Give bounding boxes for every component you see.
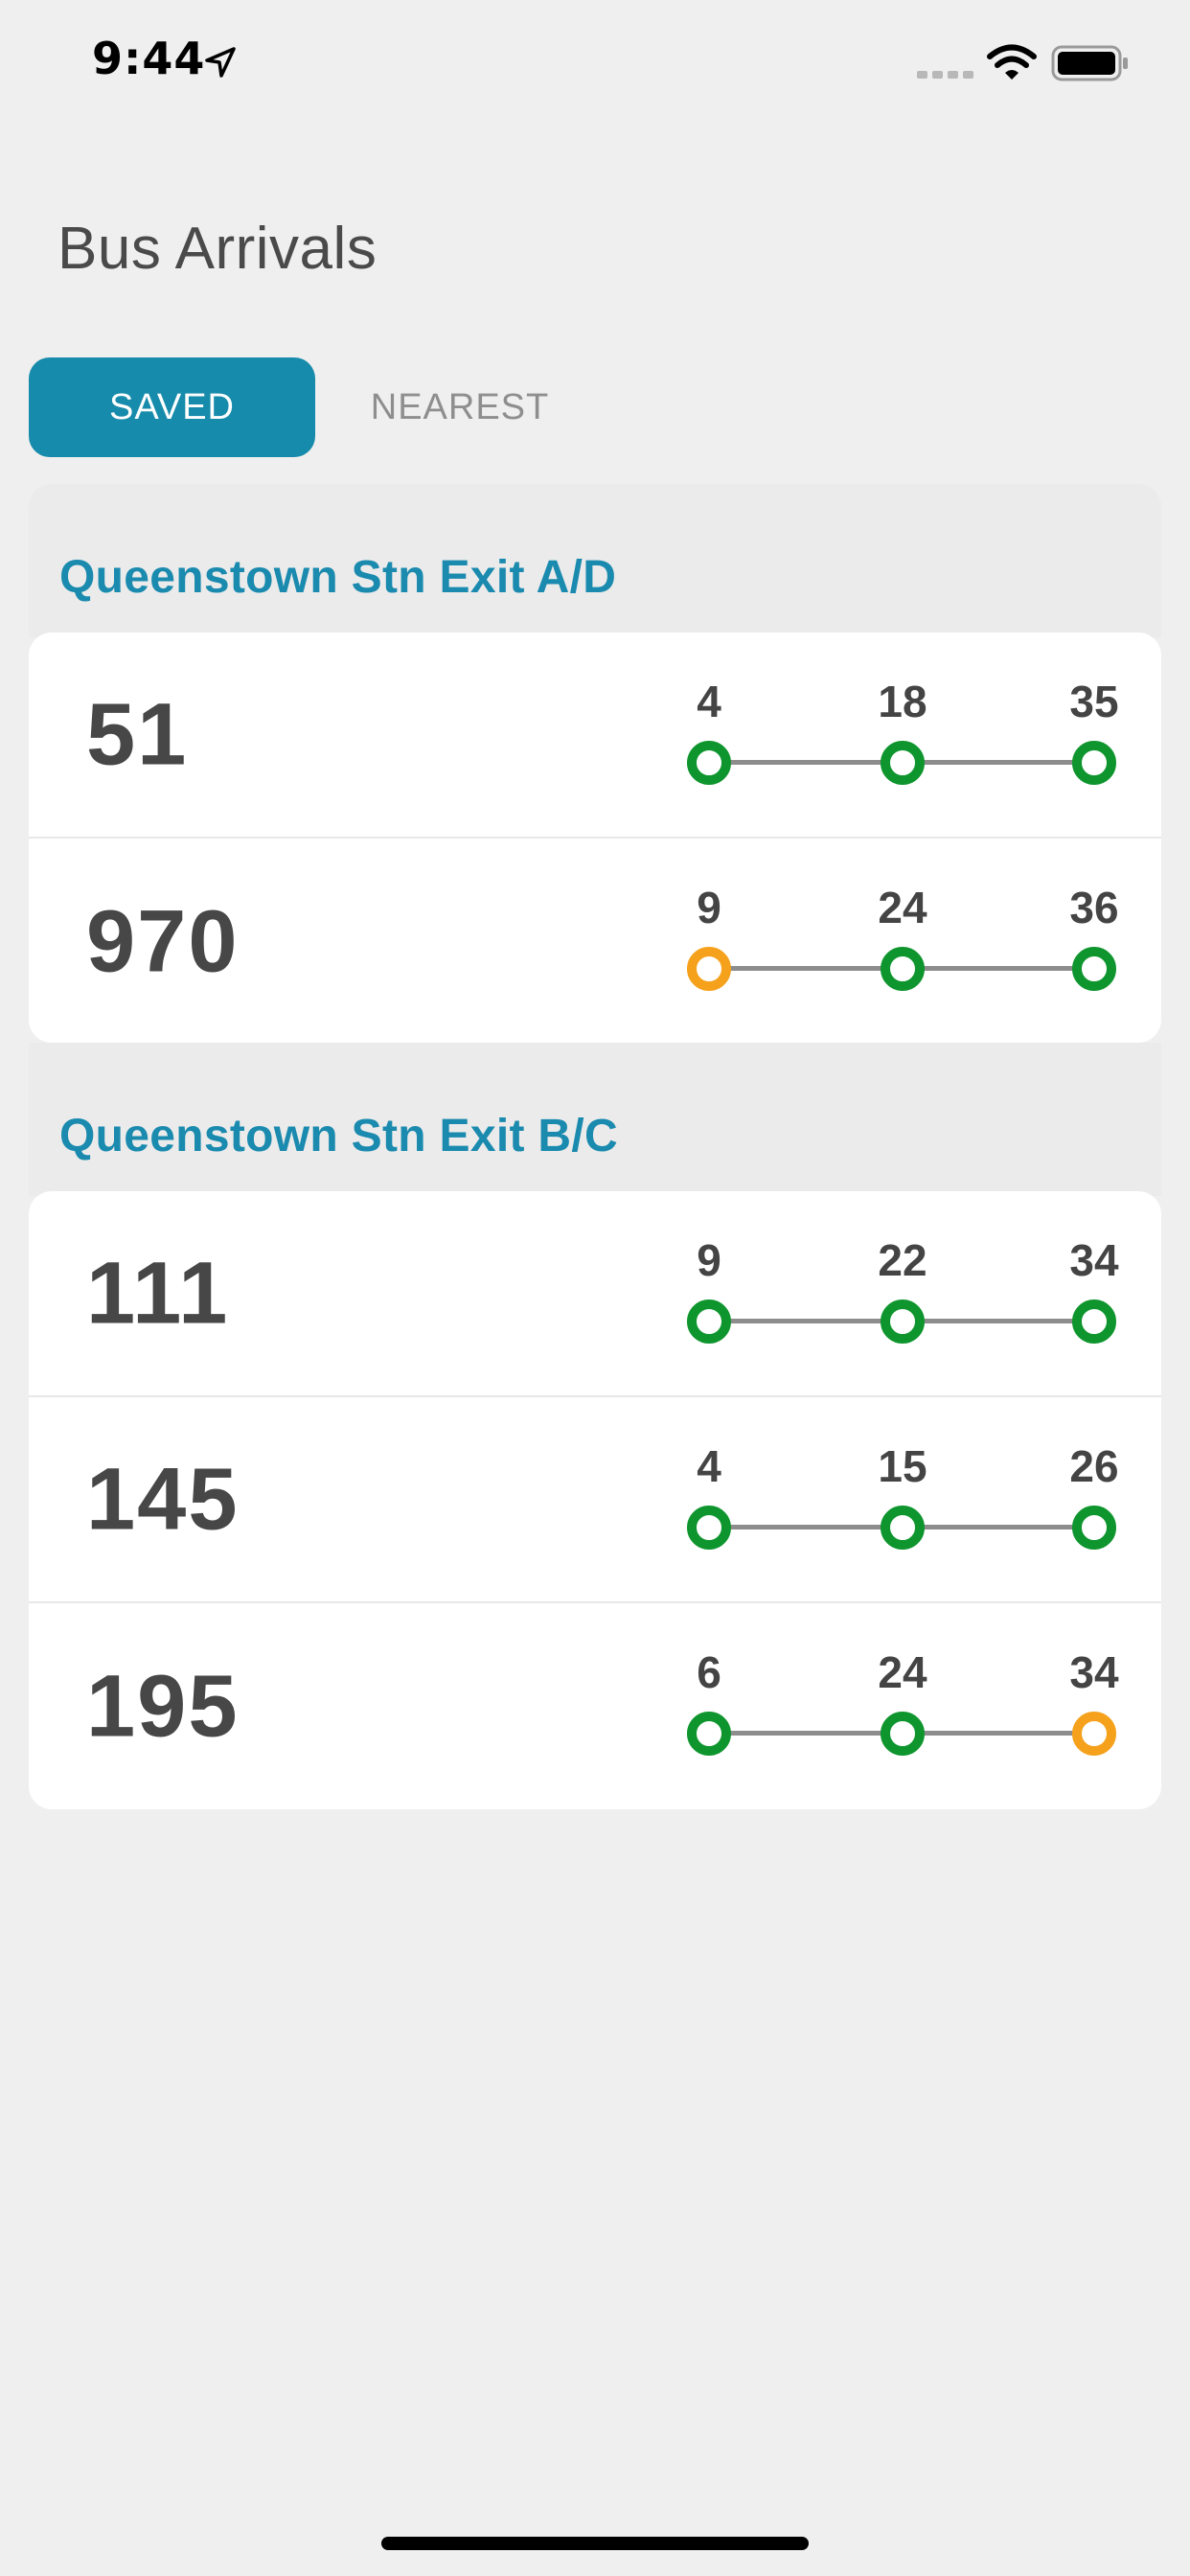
bus-service-row[interactable]: 970 9 24 36 bbox=[29, 839, 1161, 1043]
arrival-status-dot bbox=[1072, 1506, 1116, 1550]
arrival-eta: 24 bbox=[878, 883, 927, 932]
arrival-status-dot bbox=[687, 1300, 731, 1344]
bus-number: 970 bbox=[86, 892, 240, 990]
cellular-signal-icon bbox=[917, 71, 973, 79]
home-indicator[interactable] bbox=[381, 2537, 809, 2550]
arrival-eta: 24 bbox=[878, 1647, 927, 1697]
tab-nearest[interactable]: NEAREST bbox=[345, 357, 575, 457]
arrival-eta: 36 bbox=[1069, 883, 1119, 932]
arrival-status-dot bbox=[881, 1300, 925, 1344]
arrival-eta: 18 bbox=[878, 677, 927, 726]
arrival-eta: 22 bbox=[878, 1235, 927, 1285]
bus-service-row[interactable]: 145 4 15 26 bbox=[29, 1397, 1161, 1603]
arrival-status-dot bbox=[687, 1712, 731, 1756]
arrival-status-dot bbox=[687, 1506, 731, 1550]
arrival-status-dot bbox=[1072, 1300, 1116, 1344]
bus-number: 195 bbox=[86, 1657, 240, 1755]
arrival-status-dot bbox=[1072, 741, 1116, 785]
bus-number: 51 bbox=[86, 685, 189, 783]
arrival-eta: 6 bbox=[697, 1647, 721, 1697]
arrival-status-dot bbox=[881, 1712, 925, 1756]
bus-service-row[interactable]: 51 4 18 35 bbox=[29, 632, 1161, 839]
arrival-timeline: 9 22 34 bbox=[652, 1191, 1150, 1397]
stop-group-header[interactable]: Queenstown Stn Exit A/D bbox=[59, 551, 616, 604]
location-arrow-icon bbox=[205, 47, 236, 78]
arrival-eta: 4 bbox=[697, 677, 721, 726]
arrival-status-dot bbox=[881, 1506, 925, 1550]
wifi-icon bbox=[987, 44, 1037, 80]
arrival-timeline: 4 18 35 bbox=[652, 632, 1150, 839]
stop-card: 111 9 22 34 145 4 15 26 195 6 24 34 bbox=[29, 1191, 1161, 1809]
bus-service-row[interactable]: 195 6 24 34 bbox=[29, 1603, 1161, 1809]
arrival-eta: 35 bbox=[1069, 677, 1119, 726]
bus-number: 145 bbox=[86, 1450, 240, 1548]
arrival-status-dot bbox=[687, 741, 731, 785]
arrival-eta: 4 bbox=[697, 1441, 721, 1491]
arrival-eta: 26 bbox=[1069, 1441, 1119, 1491]
arrival-status-dot bbox=[1072, 1712, 1116, 1756]
arrival-eta: 34 bbox=[1069, 1647, 1119, 1697]
arrival-status-dot bbox=[881, 741, 925, 785]
arrival-eta: 15 bbox=[878, 1441, 927, 1491]
app-screen: 9:44 Bus Arrivals SAVED NEAREST Queensto… bbox=[0, 0, 1190, 2576]
tab-saved[interactable]: SAVED bbox=[29, 357, 315, 457]
stop-card: 51 4 18 35 970 9 24 36 bbox=[29, 632, 1161, 1043]
status-bar: 9:44 bbox=[0, 0, 1190, 126]
arrival-eta: 9 bbox=[697, 883, 721, 932]
bus-number: 111 bbox=[86, 1244, 230, 1342]
status-time: 9:44 bbox=[92, 33, 206, 84]
bus-service-row[interactable]: 111 9 22 34 bbox=[29, 1191, 1161, 1397]
arrival-timeline: 4 15 26 bbox=[652, 1397, 1150, 1603]
arrival-eta: 9 bbox=[697, 1235, 721, 1285]
arrival-status-dot bbox=[1072, 947, 1116, 991]
arrival-eta: 34 bbox=[1069, 1235, 1119, 1285]
page-title: Bus Arrivals bbox=[57, 216, 378, 282]
arrival-status-dot bbox=[687, 947, 731, 991]
arrival-timeline: 6 24 34 bbox=[652, 1603, 1150, 1809]
stop-group-header[interactable]: Queenstown Stn Exit B/C bbox=[59, 1110, 618, 1162]
arrival-status-dot bbox=[881, 947, 925, 991]
arrival-timeline: 9 24 36 bbox=[652, 839, 1150, 1043]
battery-icon bbox=[1051, 45, 1128, 81]
